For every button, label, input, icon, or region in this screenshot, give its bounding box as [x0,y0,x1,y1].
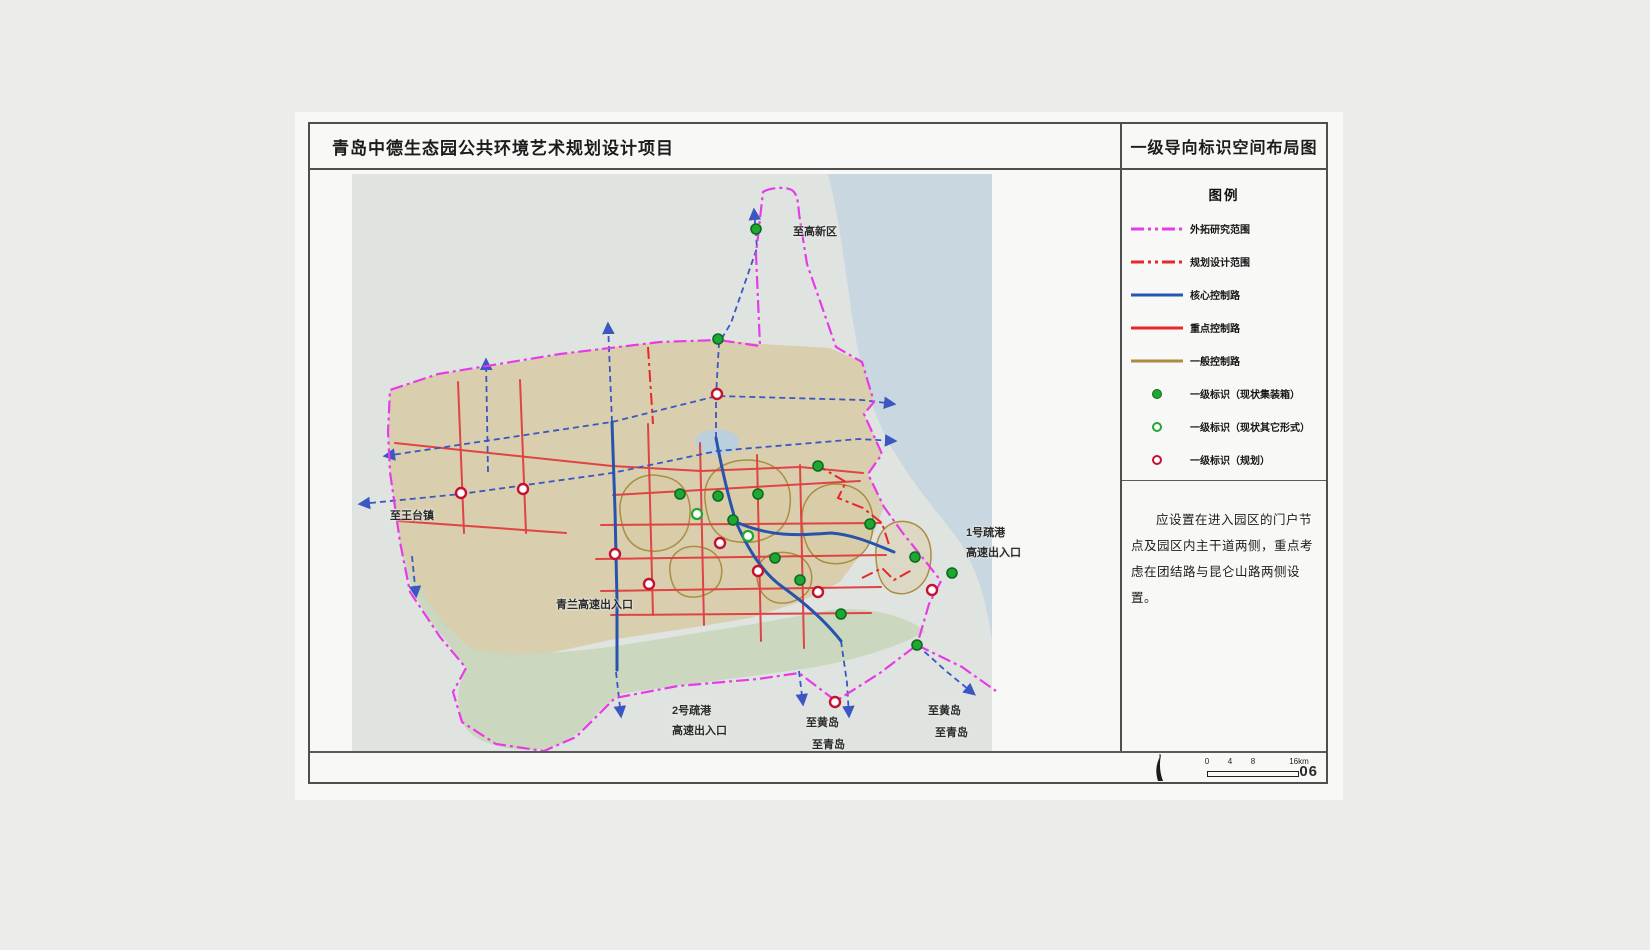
marker-green-filled [910,552,920,562]
marker-red-open [830,697,840,707]
legend-panel: 图例 外拓研究范围规划设计范围核心控制路重点控制路一般控制路一级标识（现状集装箱… [1122,170,1326,481]
marker-green-filled [865,519,875,529]
marker-green-filled [675,489,685,499]
north-arrow-icon [1148,754,1170,782]
legend-item: 重点控制路 [1122,311,1326,344]
marker-green-filled [813,461,823,471]
marker-red-open [715,538,725,548]
marker-green-filled [770,553,780,563]
marker-red-open [610,549,620,559]
marker-green-filled [751,224,761,234]
scale-tick: 0 [1205,757,1209,766]
page-number: 06 [1299,763,1318,780]
marker-red-open [644,579,654,589]
note-text: 应设置在进入园区的门户节点及园区内主干道两侧，重点考虑在团结路与昆仑山路两侧设置… [1131,507,1317,611]
legend-label: 重点控制路 [1190,320,1240,335]
legend-swatch-line-dashdot [1130,225,1184,233]
map-label: 至黄岛 [928,702,961,718]
title-bar: 青岛中德生态园公共环境艺术规划设计项目 一级导向标识空间布局图 [310,124,1326,170]
marker-green-filled [753,489,763,499]
legend-swatch-dot-open [1130,455,1184,465]
marker-red-open [518,484,528,494]
legend-item: 一般控制路 [1122,344,1326,377]
legend-rows: 外拓研究范围规划设计范围核心控制路重点控制路一般控制路一级标识（现状集装箱） 一级… [1122,212,1326,476]
legend-item: 一级标识（规划） [1122,443,1326,476]
project-title-cell: 青岛中德生态园公共环境艺术规划设计项目 [310,124,1120,168]
legend-item: 一级标识（现状其它形式） [1122,410,1326,443]
marker-green-filled [947,568,957,578]
map-label: 1号疏港 [966,524,1005,540]
project-title: 青岛中德生态园公共环境艺术规划设计项目 [332,134,674,159]
plan-sheet: 青岛中德生态园公共环境艺术规划设计项目 一级导向标识空间布局图 [295,112,1343,800]
marker-red-open [753,566,763,576]
legend-marker-dot [1152,455,1162,465]
map-label: 高速出入口 [672,722,727,738]
plan-map [310,170,1120,751]
map-area: 至高新区至王台镇青兰高速出入口1号疏港高速出入口2号疏港高速出入口至黄岛至青岛至… [310,170,1120,751]
legend-label: 一级标识（现状集装箱） [1190,386,1300,401]
legend-swatch-line [1130,324,1184,332]
desktop-background: 青岛中德生态园公共环境艺术规划设计项目 一级导向标识空间布局图 [0,0,1650,950]
marker-green-open [692,509,702,519]
drawing-title: 一级导向标识空间布局图 [1130,134,1317,158]
side-panel: 图例 外拓研究范围规划设计范围核心控制路重点控制路一般控制路一级标识（现状集装箱… [1120,170,1326,751]
map-label: 青兰高速出入口 [556,596,633,612]
sheet-frame: 青岛中德生态园公共环境艺术规划设计项目 一级导向标识空间布局图 [308,122,1328,784]
legend-swatch-line [1130,291,1184,299]
sheet-body: 至高新区至王台镇青兰高速出入口1号疏港高速出入口2号疏港高速出入口至黄岛至青岛至… [310,170,1326,751]
legend-item: 规划设计范围 [1122,245,1326,278]
marker-green-filled [795,575,805,585]
legend-swatch-dot-filled [1130,389,1184,399]
scale-tick: 4 [1228,757,1232,766]
marker-green-filled [728,515,738,525]
map-label: 至青岛 [812,736,845,751]
marker-green-filled [912,640,922,650]
note-panel: 应设置在进入园区的门户节点及园区内主干道两侧，重点考虑在团结路与昆仑山路两侧设置… [1122,481,1326,751]
legend-swatch-line-dashdot [1130,258,1184,266]
map-label: 至高新区 [793,223,837,239]
marker-red-open [927,585,937,595]
scale-tick: 8 [1251,757,1255,766]
map-label: 至青岛 [935,724,968,740]
marker-red-open [456,488,466,498]
map-label: 高速出入口 [966,544,1021,560]
map-label: 2号疏港 [672,702,711,718]
legend-label: 规划设计范围 [1190,254,1250,269]
footer-bar: 0 4 8 16km 06 [310,751,1326,782]
marker-green-filled [836,609,846,619]
marker-red-open [712,389,722,399]
legend-item: 核心控制路 [1122,278,1326,311]
legend-label: 核心控制路 [1190,287,1240,302]
legend-marker-dot [1152,389,1162,399]
map-label: 至黄岛 [806,714,839,730]
marker-green-filled [713,491,723,501]
scale-bar [1207,771,1299,777]
legend-swatch-line [1130,357,1184,365]
legend-label: 一般控制路 [1190,353,1240,368]
legend-title: 图例 [1122,184,1326,204]
legend-label: 一级标识（规划） [1190,452,1270,467]
legend-label: 外拓研究范围 [1190,221,1250,236]
legend-marker-dot [1152,422,1162,432]
marker-green-filled [713,334,723,344]
legend-label: 一级标识（现状其它形式） [1190,419,1310,434]
drawing-title-cell: 一级导向标识空间布局图 [1120,124,1326,168]
legend-item: 一级标识（现状集装箱） [1122,377,1326,410]
marker-red-open [813,587,823,597]
legend-swatch-dot-open [1130,422,1184,432]
legend-item: 外拓研究范围 [1122,212,1326,245]
map-label: 至王台镇 [390,507,434,523]
marker-green-open [743,531,753,541]
